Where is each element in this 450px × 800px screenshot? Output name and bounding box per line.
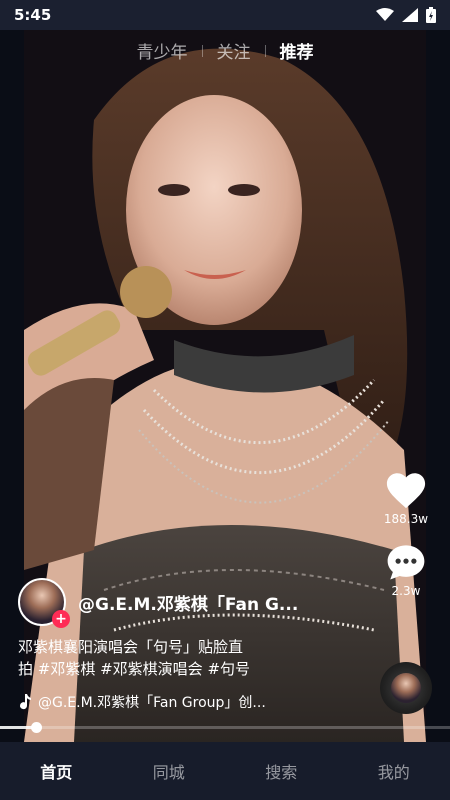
signal-icon xyxy=(402,8,418,22)
bottom-nav: 首页 同城 搜索 我的 xyxy=(0,742,450,800)
plus-icon[interactable]: + xyxy=(52,610,70,628)
top-tabs: 青少年 关注 推荐 xyxy=(0,38,450,63)
caption-line: 拍 #邓紫棋 #邓紫棋演唱会 #句号 xyxy=(18,660,251,678)
status-bar: 5:45 xyxy=(0,0,450,30)
battery-icon xyxy=(426,7,436,23)
nav-home[interactable]: 首页 xyxy=(16,759,96,783)
music-row[interactable]: @G.E.M.邓紫棋「Fan Group」创... xyxy=(18,692,318,712)
music-disc-button[interactable] xyxy=(380,662,432,714)
tab-divider xyxy=(264,44,266,57)
like-count: 188.3w xyxy=(383,512,429,526)
comment-count: 2.3w xyxy=(391,584,421,598)
status-time: 5:45 xyxy=(14,6,52,24)
music-note-icon xyxy=(20,694,31,710)
wifi-icon xyxy=(376,8,394,21)
video-letterbox-right xyxy=(426,30,450,742)
comment-icon xyxy=(387,545,425,580)
status-icons xyxy=(376,7,436,23)
like-button[interactable]: 188.3w xyxy=(384,470,428,526)
video-progress-bar[interactable] xyxy=(0,722,450,733)
author-name[interactable]: @G.E.M.邓紫棋「Fan G... xyxy=(78,590,298,615)
tab-divider xyxy=(201,44,203,57)
action-rail: 188.3w 2.3w xyxy=(376,470,436,614)
music-disc-cover xyxy=(391,673,421,703)
author-row: + @G.E.M.邓紫棋「Fan G... xyxy=(18,578,298,628)
progress-knob[interactable] xyxy=(31,722,42,733)
nav-search[interactable]: 搜索 xyxy=(241,759,321,783)
video-caption[interactable]: 邓紫棋襄阳演唱会「句号」贴脸直 拍 #邓紫棋 #邓紫棋演唱会 #句号 xyxy=(18,636,318,680)
heart-icon xyxy=(386,473,426,509)
nav-me[interactable]: 我的 xyxy=(354,759,434,783)
tab-teen[interactable]: 青少年 xyxy=(137,38,188,63)
comment-button[interactable]: 2.3w xyxy=(385,542,427,598)
nav-nearby[interactable]: 同城 xyxy=(129,759,209,783)
caption-line: 邓紫棋襄阳演唱会「句号」贴脸直 xyxy=(18,638,244,656)
tab-recommended[interactable]: 推荐 xyxy=(280,38,314,63)
author-avatar-button[interactable]: + xyxy=(18,578,70,628)
music-title: @G.E.M.邓紫棋「Fan Group」创... xyxy=(38,695,266,711)
tab-following[interactable]: 关注 xyxy=(217,38,251,63)
